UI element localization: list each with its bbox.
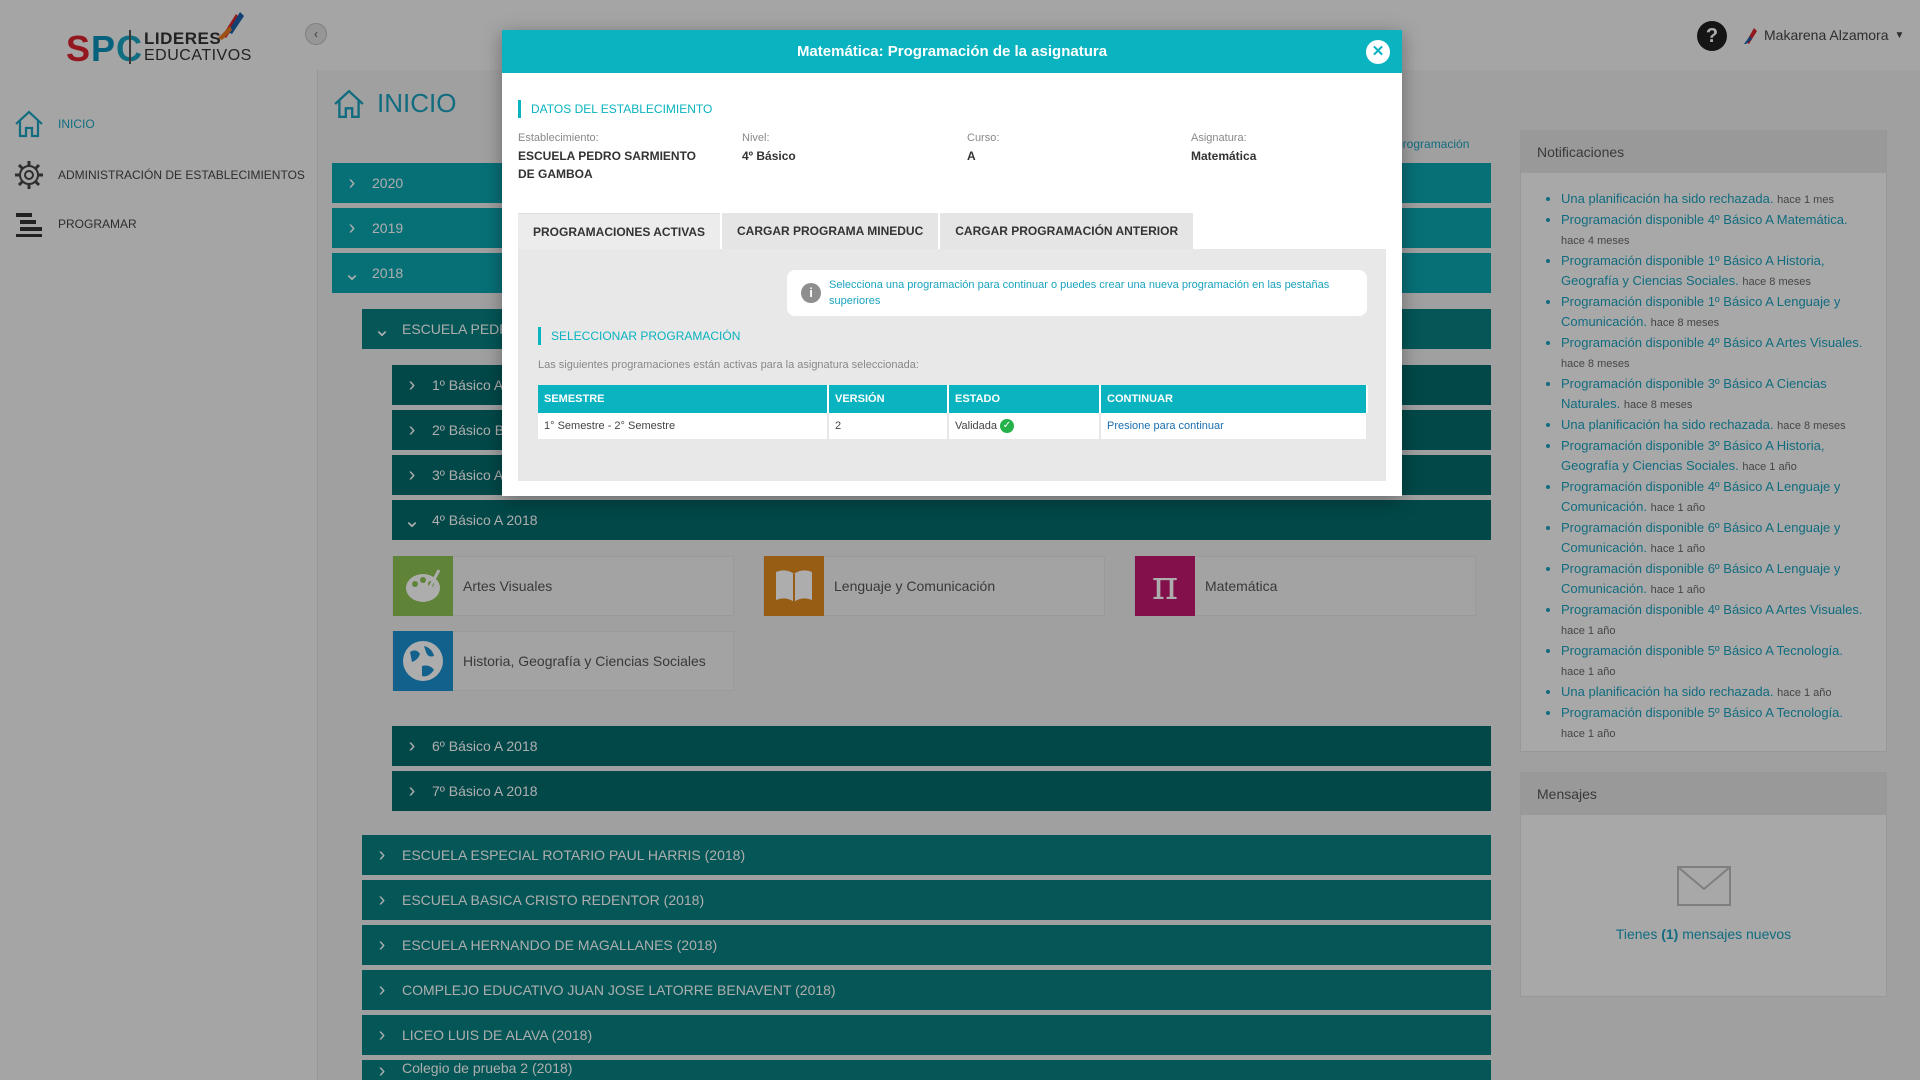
field-value-curso: A — [967, 149, 976, 163]
tab-cargar-programa-mineduc[interactable]: CARGAR PROGRAMA MINEDUC — [722, 213, 939, 249]
table-row[interactable]: 1° Semestre - 2° Semestre 2 Validada ✓ Pr… — [538, 413, 1368, 439]
cell-semestre: 1° Semestre - 2° Semestre — [538, 413, 829, 439]
field-label-asignatura: Asignatura: — [1191, 132, 1247, 144]
cell-version: 2 — [828, 413, 949, 439]
programaciones-table: SEMESTRE VERSIÓN ESTADO CONTINUAR 1° Sem… — [538, 385, 1368, 439]
field-value-establecimiento: ESCUELA PEDRO SARMIENTO DE GAMBOA — [518, 149, 697, 181]
tab-content: i Selecciona una programación para conti… — [518, 249, 1386, 481]
close-icon[interactable]: ✕ — [1366, 40, 1390, 64]
continuar-link[interactable]: Presione para continuar — [1107, 420, 1224, 432]
info-box: i Selecciona una programación para conti… — [787, 270, 1367, 316]
cell-estado: Validada ✓ — [948, 413, 1101, 439]
modal-header: Matemática: Programación de la asignatur… — [502, 30, 1402, 73]
modal-title: Matemática: Programación de la asignatur… — [796, 43, 1108, 60]
section-title-seleccionar: SELECCIONAR PROGRAMACIÓN — [538, 327, 740, 345]
modal-tabs: PROGRAMACIONES ACTIVAS CARGAR PROGRAMA M… — [518, 213, 1194, 249]
field-value-asignatura: Matemática — [1191, 149, 1257, 163]
table-header: VERSIÓN — [828, 385, 949, 413]
field-label-establecimiento: Establecimiento: — [518, 132, 599, 144]
programacion-modal: Matemática: Programación de la asignatur… — [502, 30, 1402, 496]
tab-programaciones-activas[interactable]: PROGRAMACIONES ACTIVAS — [518, 213, 721, 249]
tab-cargar-programacion-anterior[interactable]: CARGAR PROGRAMACIÓN ANTERIOR — [940, 213, 1194, 249]
check-circle-icon: ✓ — [1000, 419, 1014, 433]
section-title-establecimiento: DATOS DEL ESTABLECIMIENTO — [518, 100, 712, 118]
field-label-curso: Curso: — [967, 132, 1000, 144]
info-text: Selecciona una programación para continu… — [829, 279, 1330, 307]
table-header: CONTINUAR — [1100, 385, 1368, 413]
estado-text: Validada — [955, 419, 997, 432]
table-header-row: SEMESTRE VERSIÓN ESTADO CONTINUAR — [538, 385, 1368, 413]
table-header: ESTADO — [948, 385, 1101, 413]
field-value-nivel: 4º Básico — [742, 149, 796, 163]
info-icon: i — [801, 283, 821, 303]
description-text: Las siguientes programaciones están acti… — [538, 359, 919, 371]
field-label-nivel: Nivel: — [742, 132, 770, 144]
cell-continuar: Presione para continuar — [1100, 413, 1368, 439]
table-header: SEMESTRE — [538, 385, 829, 413]
